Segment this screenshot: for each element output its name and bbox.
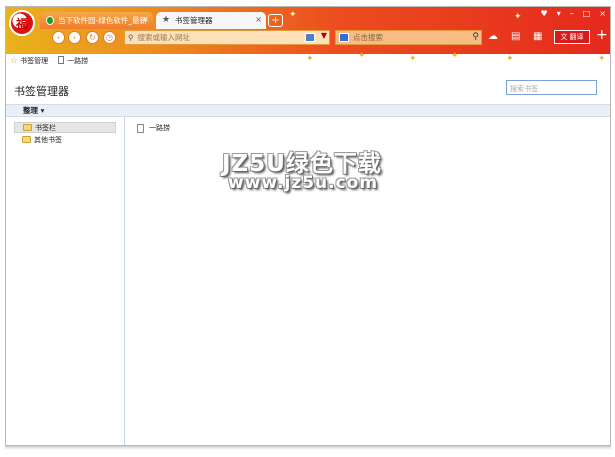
close-tab-icon[interactable]: × [142,15,149,24]
history-button[interactable]: ◷ [103,31,116,44]
sparkle-icon: ✦ [514,12,522,22]
browser-window: 福 当下软件园-绿色软件_最新 × ★ 书签管理器 × + ♥ ▾ – □ × … [5,6,611,446]
folder-icon [22,136,31,143]
list-item-label: 一路捞 [149,124,170,132]
search-box[interactable]: 点击搜索 ⚲ [335,30,482,45]
sparkle-icon: ✦ [506,54,514,64]
notes-icon[interactable]: ▤ [511,31,520,42]
organize-bar: 整理 ▾ [6,104,610,117]
site-favicon-icon [46,16,55,25]
page-title: 书签管理器 [14,85,69,98]
tab-label: 当下软件园-绿色软件_最新 [58,16,147,25]
folder-label: 书签栏 [35,123,56,132]
sparkle-icon: ✦ [306,54,314,64]
minimize-button[interactable]: – [570,9,574,18]
menu-chevron-icon[interactable]: ▾ [557,9,561,18]
organize-menu-button[interactable]: 整理 ▾ [23,106,44,115]
address-placeholder: 搜索或输入网址 [137,33,191,42]
search-icon[interactable]: ⚲ [472,32,479,42]
address-bar[interactable]: ⚲ 搜索或输入网址 ▼ [124,30,330,45]
search-icon: ⚲ [128,33,134,42]
browser-logo[interactable]: 福 [9,10,35,36]
doc-icon [137,123,144,133]
new-tab-button[interactable]: + [268,14,283,27]
bookmark-label: 一路捞 [67,56,89,65]
cloud-icon[interactable]: ☁ [488,31,498,42]
apps-icon[interactable]: ▦ [533,31,542,42]
sparkle-icon: ✦ [409,54,417,64]
sparkle-icon: ✦ [289,10,297,20]
window-shadow [5,446,611,450]
close-tab-icon[interactable]: × [255,15,262,24]
chevron-down-icon[interactable]: ▼ [321,31,327,40]
bookmark-search-input[interactable]: 搜索书签 [506,80,597,95]
star-icon: ☆ [10,55,19,66]
window-controls: ♥ ▾ – □ × [541,9,606,18]
translate-icon: 文 [560,33,568,41]
forward-button[interactable]: › [68,31,81,44]
compat-mode-icon[interactable] [305,33,315,42]
back-button[interactable]: ‹ [52,31,65,44]
translate-label: 翻译 [569,33,584,41]
add-icon[interactable]: + [596,27,608,43]
folder-icon [23,124,32,131]
list-item[interactable]: 一路捞 [137,123,170,133]
star-icon: ★ [162,15,171,25]
doc-icon [58,55,65,64]
sparkle-icon: ✦ [451,51,459,61]
bookmark-label: 书签管理 [20,56,49,65]
bookmark-manager-page: 书签管理器 搜索书签 整理 ▾ 书签栏 其他书签 一路捞 [6,67,610,445]
sparkle-icon: ✦ [598,54,606,64]
translate-button[interactable]: 文 翻译 [554,30,590,44]
folder-item-other[interactable]: 其他书签 [14,134,116,145]
close-window-button[interactable]: × [599,9,606,18]
folder-item-bookmarks-bar[interactable]: 书签栏 [14,122,116,133]
sparkle-icon: ✦ [358,51,366,61]
folder-tree: 书签栏 其他书签 [6,117,125,445]
bookmark-item[interactable]: ☆ 书签管理 [10,56,48,66]
tab-label: 书签管理器 [175,16,213,25]
bookmark-item[interactable]: 一路捞 [58,55,89,66]
search-placeholder: 点击搜索 [353,33,383,42]
maximize-button[interactable]: □ [583,9,591,18]
folder-label: 其他书签 [34,135,62,144]
watermark-url: www.jz5u.com [228,173,379,193]
tab-bookmark-manager[interactable]: ★ 书签管理器 × [156,12,266,29]
skin-icon[interactable]: ♥ [541,9,548,18]
search-engine-icon[interactable] [339,33,349,42]
refresh-button[interactable]: ↻ [86,31,99,44]
browser-toolbar: 福 当下软件园-绿色软件_最新 × ★ 书签管理器 × + ♥ ▾ – □ × … [6,7,610,54]
tab-download-site[interactable]: 当下软件园-绿色软件_最新 × [40,12,153,29]
